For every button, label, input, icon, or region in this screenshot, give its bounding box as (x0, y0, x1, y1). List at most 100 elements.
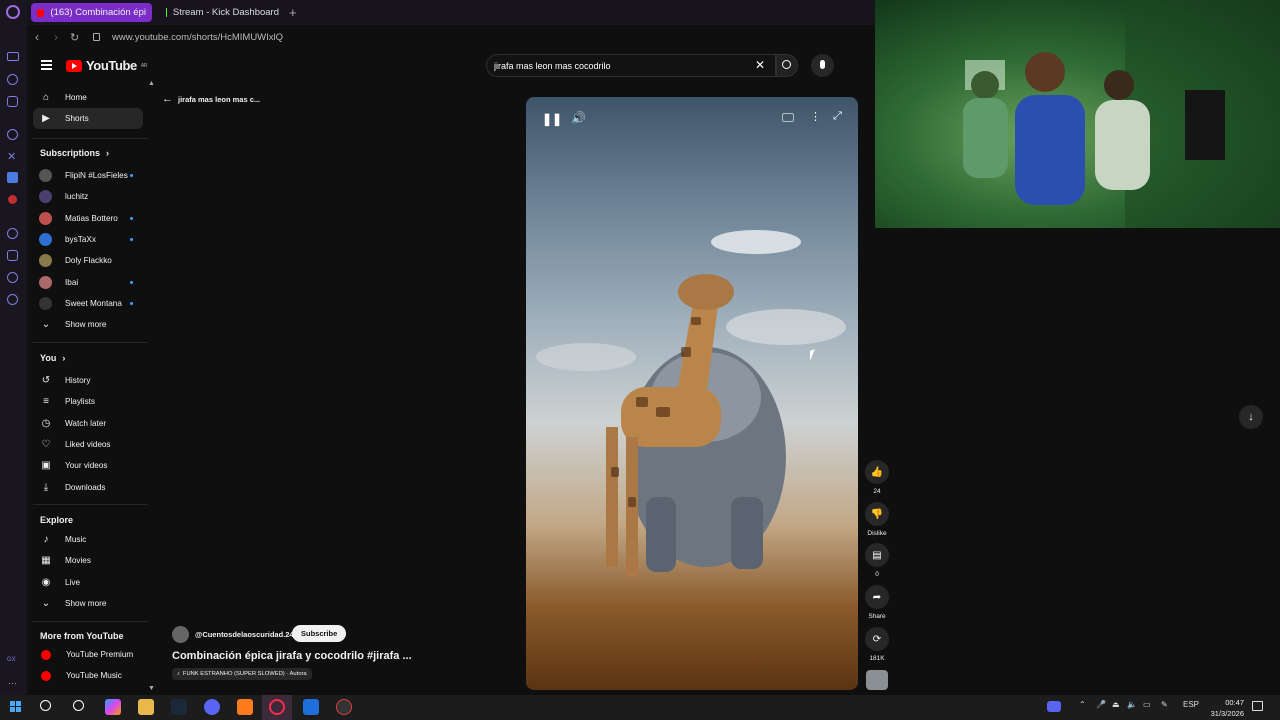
sidebar-item-music[interactable]: ♪ Music (33, 529, 143, 550)
voice-search-button[interactable] (811, 54, 834, 77)
short-title[interactable]: Combinación épica jirafa y cocodrilo #ji… (172, 650, 412, 662)
sidebar-item-subscription[interactable]: bysTaXx (33, 229, 143, 250)
sidebar-item-home[interactable]: ⌂ Home (33, 87, 143, 108)
tray-app-icon[interactable] (1047, 701, 1061, 712)
clock[interactable]: 00:47 31/3/2026 (1200, 697, 1244, 719)
sidebar-item-subscription[interactable]: Matias Bottero (33, 208, 143, 229)
scroll-down-icon[interactable]: ▼ (148, 685, 155, 692)
dislike-button[interactable]: 👎 (865, 502, 889, 526)
app-icon[interactable] (7, 172, 18, 183)
forward-nav-icon[interactable]: › (54, 30, 58, 44)
search-button[interactable] (776, 54, 798, 77)
captions-icon[interactable] (782, 113, 794, 122)
sidebar-item-liked-videos[interactable]: ♡ Liked videos (33, 434, 143, 455)
you-header[interactable]: You › (40, 353, 65, 363)
sidebar-item-live[interactable]: ◉ Live (33, 572, 143, 593)
sidebar-item-subscription[interactable]: Doly Flackko (33, 250, 143, 271)
reload-icon[interactable]: ↻ (70, 31, 79, 44)
sidebar-item-your-videos[interactable]: ▣ Your videos (33, 455, 143, 476)
pause-icon[interactable]: ❚❚ (542, 112, 562, 126)
x-icon[interactable]: ✕ (7, 150, 16, 163)
url-field[interactable]: www.youtube.com/shorts/HcMIMUWIxlQ (112, 32, 283, 43)
sidebar-item-subscription[interactable]: luchitz (33, 186, 143, 207)
back-to-search[interactable]: ← jirafa mas leon mas c... (162, 93, 260, 105)
sidebar-item-movies[interactable]: ▦ Movies (33, 550, 143, 571)
windows-start-icon[interactable] (10, 701, 21, 712)
steam-icon[interactable] (171, 699, 187, 715)
notifications-icon[interactable] (1252, 701, 1263, 711)
sidebar-item-subscription[interactable]: FlipiN #LosFieles (33, 165, 143, 186)
sidebar-item-history[interactable]: ↺ History (33, 370, 143, 391)
shorts-icon: ▶ (42, 113, 50, 124)
more-icon[interactable]: ··· (8, 678, 17, 688)
discord-icon[interactable] (204, 699, 220, 715)
subscriptions-header[interactable]: Subscriptions › (40, 148, 109, 158)
back-nav-icon[interactable]: ‹ (35, 30, 39, 44)
sidebar-item-watch-later[interactable]: ◷ Watch later (33, 413, 143, 434)
thumbs-up-icon: 👍 (870, 466, 884, 478)
channel-name[interactable]: @Cuentosdelaoscuridad.24 (195, 630, 294, 639)
whatsapp-icon[interactable] (7, 129, 18, 140)
obs-icon[interactable] (336, 699, 352, 715)
show-more-subscriptions[interactable]: ⌄ Show more (33, 314, 143, 335)
opera-logo-icon[interactable] (6, 5, 20, 19)
share-button[interactable]: ➦ (865, 585, 889, 609)
remix-count: 181K (869, 655, 885, 662)
comments-button[interactable]: ▤ (865, 543, 889, 567)
workspaces-icon[interactable] (7, 52, 19, 61)
more-options-icon[interactable]: ⋮ (810, 110, 821, 123)
scroll-up-icon[interactable]: ▲ (148, 80, 155, 87)
channel-avatar[interactable] (172, 626, 189, 643)
tab-kick[interactable]: Stream - Kick Dashboard (160, 3, 285, 22)
chevron-up-icon[interactable]: ⌃ (1079, 700, 1086, 709)
next-short-button[interactable]: ↓ (1239, 405, 1263, 429)
volume-icon[interactable]: 🔊 (571, 111, 586, 125)
opera-gx-icon (269, 699, 285, 715)
time: 00:47 (1225, 698, 1244, 707)
short-video-player[interactable]: ❚❚ 🔊 ⋮ ⤢ (526, 97, 858, 690)
settings-icon[interactable] (7, 294, 18, 305)
sound-chip[interactable]: ♪ FUNK ESTRANHO (SUPER SLOWED) · Autora (172, 668, 312, 680)
like-button[interactable]: 👍 (865, 460, 889, 484)
task-view-icon[interactable] (73, 700, 84, 711)
bag-icon[interactable] (7, 96, 18, 107)
sidebar-item-downloads[interactable]: ⤓ Downloads (33, 477, 143, 498)
sidebar-item-subscription[interactable]: Sweet Montana (33, 293, 143, 314)
network-icon[interactable]: ▭ (1143, 700, 1151, 709)
subscribe-button[interactable]: Subscribe (292, 625, 347, 642)
opera-gx-taskbar-active[interactable] (262, 695, 292, 720)
youtube-logo[interactable]: YouTube AR (66, 58, 147, 73)
usb-icon[interactable]: ⏏ (1112, 700, 1120, 709)
clear-search-icon[interactable]: ✕ (755, 58, 765, 72)
record-icon[interactable] (8, 195, 17, 204)
new-tab-button[interactable]: + (289, 5, 297, 20)
fullscreen-icon[interactable]: ⤢ (833, 110, 842, 123)
lock-icon (93, 33, 100, 41)
sidebar-item-subscription[interactable]: Ibai (33, 272, 143, 293)
sound-thumbnail[interactable] (866, 670, 888, 690)
pen-icon[interactable]: ✎ (1161, 700, 1168, 709)
sidebar-item-youtube-premium[interactable]: YouTube Premium (33, 644, 143, 665)
remix-button[interactable]: ⟳ (865, 627, 889, 651)
sidebar-item-playlists[interactable]: ≡ Playlists (33, 391, 143, 412)
history-icon: ↺ (41, 375, 51, 386)
file-explorer-icon[interactable] (138, 699, 154, 715)
search-taskbar-icon[interactable] (40, 700, 51, 711)
cube-icon[interactable] (7, 250, 18, 261)
search-input[interactable] (486, 54, 776, 77)
tab-youtube[interactable]: (163) Combinación épi (31, 3, 152, 22)
history-sidebar-icon[interactable] (7, 228, 18, 239)
show-more-explore[interactable]: ⌄ Show more (33, 593, 143, 614)
copilot-icon[interactable] (105, 699, 121, 715)
speed-icon[interactable] (7, 272, 18, 283)
sidebar-item-youtube-music[interactable]: YouTube Music (33, 665, 143, 686)
sidebar-item-shorts[interactable]: ▶ Shorts (33, 108, 143, 129)
app-taskbar-icon[interactable] (303, 699, 319, 715)
language-indicator[interactable]: ESP (1183, 700, 1199, 709)
aria-icon[interactable] (7, 74, 18, 85)
firefox-icon[interactable] (237, 699, 253, 715)
menu-icon[interactable] (41, 60, 52, 70)
sidebar-item-label: Live (65, 577, 81, 587)
volume-tray-icon[interactable]: 🔈 (1127, 700, 1137, 709)
mic-tray-icon[interactable]: 🎤 (1096, 700, 1106, 709)
